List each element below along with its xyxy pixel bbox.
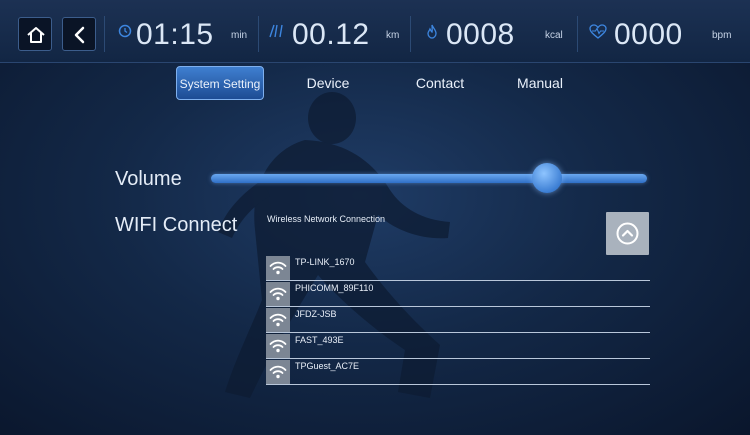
wifi-network-item[interactable]: JFDZ-JSB — [266, 307, 650, 333]
clock-icon — [118, 24, 132, 38]
chevron-up-circle-icon — [616, 222, 639, 245]
wifi-network-item[interactable]: TP-LINK_1670 — [266, 255, 650, 281]
wifi-icon — [266, 256, 290, 280]
distance-value: 00.12 — [292, 18, 370, 51]
wifi-icon — [266, 308, 290, 332]
heart-rate-icon — [589, 24, 607, 39]
wireless-network-caption: Wireless Network Connection — [267, 214, 386, 224]
wifi-network-name: PHICOMM_89F110 — [295, 283, 374, 293]
wifi-network-name: FAST_493E — [295, 335, 344, 345]
calories-value: 0008 — [446, 18, 515, 51]
wifi-icon — [266, 360, 290, 384]
wifi-network-item[interactable]: TPGuest_AC7E — [266, 359, 650, 385]
calories-unit: kcal — [545, 30, 563, 41]
top-status-bar: 01:15 min 00.12 km 0008 kcal 0000 bpm — [0, 0, 750, 63]
flame-icon — [427, 24, 437, 39]
wifi-connect-label: WIFI Connect — [115, 214, 238, 236]
heart-rate-value: 0000 — [614, 18, 683, 51]
divider — [258, 16, 259, 52]
tab-manual[interactable]: Manual — [492, 66, 588, 100]
tab-device[interactable]: Device — [280, 66, 376, 100]
volume-slider-track[interactable] — [211, 174, 647, 183]
time-value: 01:15 — [136, 18, 214, 51]
tab-system-setting[interactable]: System Setting — [176, 66, 264, 100]
chevron-left-icon — [74, 26, 85, 44]
wifi-network-item[interactable]: FAST_493E — [266, 333, 650, 359]
wifi-icon — [266, 282, 290, 306]
wifi-network-item[interactable]: PHICOMM_89F110 — [266, 281, 650, 307]
distance-unit: km — [386, 30, 400, 41]
divider — [577, 16, 578, 52]
collapse-network-list-button[interactable] — [606, 212, 649, 255]
divider — [410, 16, 411, 52]
treadmill-screen: 01:15 min 00.12 km 0008 kcal 0000 bpm Sy… — [0, 0, 750, 435]
volume-slider-thumb[interactable] — [531, 163, 562, 193]
divider — [104, 16, 105, 52]
wifi-network-name: TPGuest_AC7E — [295, 361, 360, 371]
time-unit: min — [231, 30, 248, 41]
home-icon — [27, 27, 45, 43]
home-button[interactable] — [18, 17, 52, 51]
back-button[interactable] — [62, 17, 96, 51]
wifi-network-name: JFDZ-JSB — [295, 309, 337, 319]
volume-label: Volume — [115, 168, 182, 190]
wifi-network-list: TP-LINK_1670 PHICOMM_89F110 JFDZ-JSB FAST_4… — [266, 255, 650, 385]
wifi-network-name: TP-LINK_1670 — [295, 257, 355, 267]
heart-rate-unit: bpm — [712, 30, 732, 41]
wifi-icon — [266, 334, 290, 358]
distance-icon — [269, 24, 283, 38]
tab-contact[interactable]: Contact — [392, 66, 488, 100]
